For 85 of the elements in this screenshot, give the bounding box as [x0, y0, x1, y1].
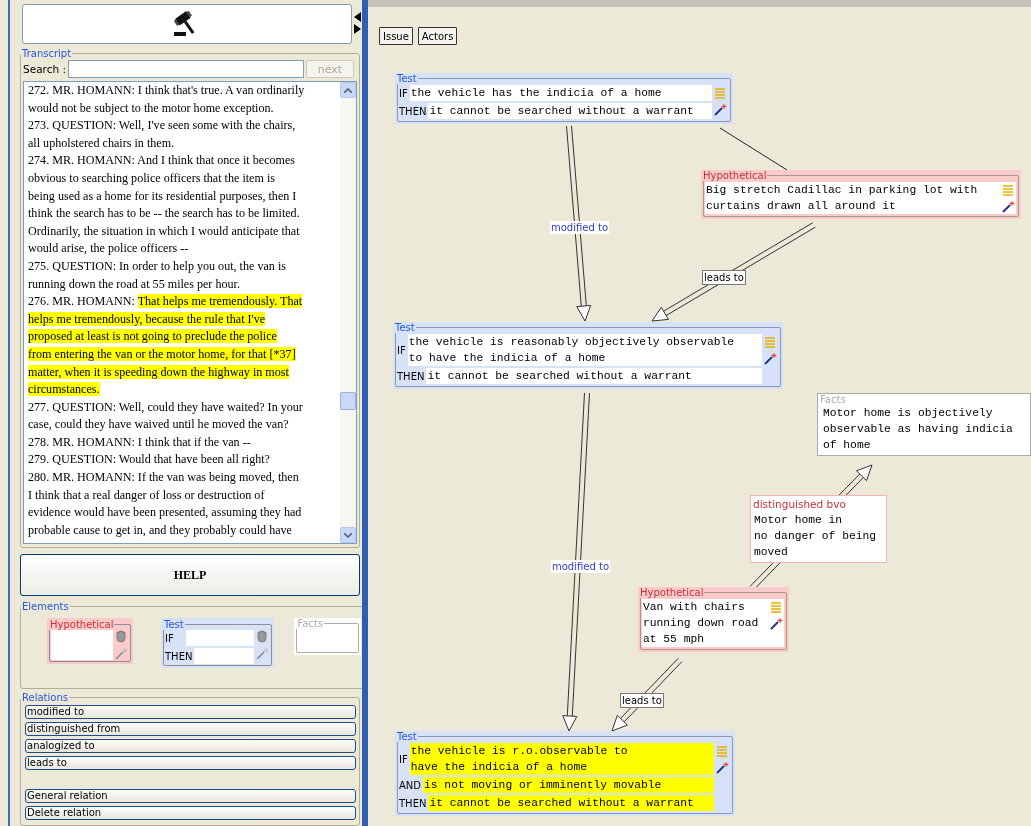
facts-card[interactable]: Facts Motor home is objectively observable as having indicia of home [817, 393, 1031, 456]
relation-label[interactable]: leads to [620, 693, 664, 708]
transcript-line: evidence would have been presented, assuming they had [28, 504, 302, 522]
search-label: Search : [23, 63, 66, 75]
transcript-line: 279. QUESTION: Would that have been all right? [28, 451, 270, 469]
section-title: Transcript [21, 48, 73, 59]
transcript-line: 277. QUESTION: Well, could they have waited? In your [28, 398, 303, 416]
help-button[interactable]: HELP [20, 554, 360, 596]
card-title: Hypothetical [639, 587, 705, 598]
row-label: THEN [399, 105, 427, 117]
row-label: IF [397, 344, 406, 356]
toolbar-button[interactable]: Issue [379, 27, 413, 45]
relation-label[interactable]: modified to [551, 560, 610, 573]
transcript-line: all upholstered chairs in them. [28, 134, 175, 152]
row-label: IF [399, 87, 408, 99]
transcript-line: running down the road at 55 miles per hour. [28, 275, 240, 293]
test-card[interactable]: Test IF the vehicle is r.o.observable to have the indicia of a home AND is not moving or imminently movable THEN it cannot be searched without a warrant [395, 731, 735, 816]
wand-icon[interactable] [764, 352, 777, 365]
relation-button[interactable]: Delete relation [25, 806, 356, 820]
hypothetical-template[interactable]: Hypothetical [47, 618, 133, 664]
card-title: distinguished bvo [753, 497, 847, 512]
search-field[interactable] [67, 60, 304, 78]
row-label: IF [399, 753, 408, 765]
hypothetical-card[interactable]: Hypothetical Big stretch Cadillac in parking lot with curtains drawn all around it [701, 170, 1021, 219]
relation-button[interactable]: distinguished from [25, 722, 356, 736]
transcript-line: 280. MR. HOMANN: If the van was being moved, then [28, 469, 299, 487]
caret-up-icon [344, 87, 352, 93]
transcript-line: 273. QUESTION: Well, I've seen some with the chairs, [28, 117, 296, 135]
section-title: Relations [21, 692, 69, 703]
relation-button[interactable]: leads to [25, 756, 356, 770]
transcript-line: obvious to searching police officers that the item is [28, 169, 275, 187]
test-card[interactable]: Test IF the vehicle is reasonably objectively observable to have the indicia of a home THEN it cannot be searched without a warrant [393, 322, 783, 389]
row-label: THEN [397, 370, 425, 382]
row-label: THEN [165, 650, 193, 662]
relation-button[interactable]: analogized to [25, 739, 356, 753]
split-arrows-icon[interactable] [354, 12, 361, 34]
transcript-line: 276. MR. HOMANN: That helps me tremendously. That [28, 293, 303, 311]
transcript-line: I think that a real danger of loss or destruction of [28, 486, 265, 504]
transcript-line: think the search has to be -- the search has to be limited. [28, 205, 300, 223]
transcript-line: 272. MR. HOMANN: I think that's true. A van ordinarily [28, 82, 305, 99]
transcript-line: case, could they have waived until he moved the van? [28, 416, 289, 434]
relation-label[interactable]: modified to [550, 221, 609, 234]
relation-button[interactable]: General relation [25, 789, 356, 803]
transcript-line: 275. QUESTION: In order to help you out, the van is [28, 257, 286, 275]
transcript-line: Ordinarily, the situation in which I would anticipate that [28, 222, 300, 240]
scroll-up-button[interactable] [340, 82, 356, 98]
hypothetical-card[interactable]: Hypothetical Van with chairs running down road at 55 mph [638, 587, 789, 652]
wand-icon[interactable] [716, 761, 729, 774]
transcript-line: probable cause to get in, and they probably could have [28, 521, 292, 539]
transcript-line: would not be subject to the motor home exception. [28, 99, 274, 117]
card-title: Facts [819, 394, 847, 405]
relation-button[interactable]: modified to [25, 705, 356, 719]
transcript-line: being used as a home for its residential purposes, then I [28, 187, 297, 205]
hand-icon[interactable] [115, 630, 128, 643]
section-title: Elements [21, 601, 70, 612]
card-title: Test [394, 322, 416, 333]
condition-text[interactable]: it cannot be searched without a warrant [428, 103, 712, 119]
wand-icon[interactable] [714, 103, 727, 116]
transcript-line: 278. MR. HOMANN: I think that if the van -- [28, 433, 251, 451]
distinction-card[interactable]: distinguished bvo Motor home in no danger of being moved [750, 495, 887, 563]
row-label: AND [399, 779, 422, 791]
caret-down-icon [344, 532, 352, 538]
hand-icon[interactable] [256, 630, 270, 643]
row-label: IF [165, 632, 174, 644]
condition-text[interactable]: the vehicle has the indicia of a home [409, 85, 712, 101]
condition-text[interactable]: it cannot be searched without a warrant [426, 368, 762, 384]
wand-icon[interactable] [770, 617, 783, 630]
connector-line[interactable] [719, 127, 788, 171]
row-label: THEN [399, 797, 427, 809]
scroll-thumb[interactable] [340, 392, 356, 410]
card-title: Hypothetical [702, 170, 768, 181]
transcript-line: would arise, the police officers -- [28, 240, 189, 258]
condition-text[interactable]: it cannot be searched without a warrant [428, 795, 714, 811]
relation-arrow[interactable] [611, 657, 683, 732]
relation-label[interactable]: leads to [702, 270, 746, 285]
wand-icon[interactable] [1002, 200, 1015, 213]
toolbar-button[interactable]: Actors [417, 27, 458, 45]
card-title: Test [396, 731, 418, 742]
condition-text[interactable]: is not moving or imminently movable [423, 777, 714, 793]
scroll-down-button[interactable] [340, 527, 356, 543]
test-template[interactable]: Test IF THEN [161, 618, 275, 668]
test-card[interactable]: Test IF the vehicle has the indicia of a home THEN it cannot be searched without a warrant [395, 73, 733, 124]
card-title: Test [396, 73, 418, 84]
relation-arrow[interactable] [651, 222, 816, 322]
transcript-line: 274. MR. HOMANN: And I think that once it becomes [28, 152, 296, 170]
